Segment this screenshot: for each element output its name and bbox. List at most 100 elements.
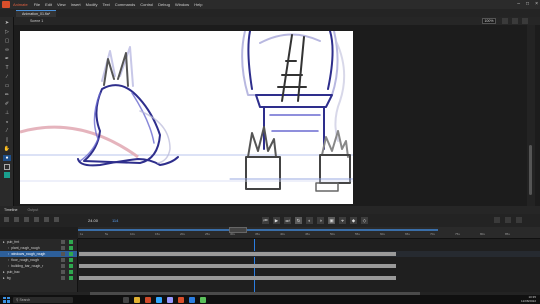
outline-icon[interactable]: [54, 217, 59, 222]
hand-tool-icon[interactable]: ✋: [3, 146, 11, 152]
onion-skin-icon[interactable]: ◐: [306, 217, 313, 224]
scene-selector[interactable]: Scene 1: [30, 19, 43, 23]
menu-modify[interactable]: Modify: [86, 2, 98, 7]
center-frame-icon[interactable]: ⌖: [339, 217, 346, 224]
line-tool-icon[interactable]: ∕: [3, 74, 11, 80]
play-icon[interactable]: ▶: [273, 217, 280, 224]
layer-folder-row[interactable]: ▸ bg: [0, 275, 77, 281]
frame-ruler[interactable]: 1s 5s 10s 15s 20s 25s 30s 35s 40s 45s 50s 55s 60s 65s…: [78, 227, 540, 239]
eraser-tool-icon[interactable]: ▯: [3, 137, 11, 143]
layer-color-swatch[interactable]: [69, 258, 73, 262]
layer-lock-icon[interactable]: [61, 240, 65, 244]
frame-span[interactable]: [79, 276, 396, 280]
free-transform-tool-icon[interactable]: ▢: [3, 38, 11, 44]
lock-icon[interactable]: [44, 217, 49, 222]
pen-tool-icon[interactable]: ✒: [3, 56, 11, 62]
pencil-tool-icon[interactable]: ✏: [3, 92, 11, 98]
zoom-field[interactable]: 100%: [482, 18, 496, 24]
paintbrush-tool-icon[interactable]: ✐: [3, 101, 11, 107]
zoom-out-frames-icon[interactable]: [494, 217, 500, 223]
layer-lock-icon[interactable]: [61, 276, 65, 280]
maximize-icon[interactable]: □: [526, 1, 529, 7]
task-view-icon[interactable]: [123, 296, 129, 303]
layer-color-swatch[interactable]: [69, 240, 73, 244]
stage-scroll-thumb[interactable]: [529, 145, 532, 195]
layer-lock-icon[interactable]: [61, 246, 65, 250]
windows-start-icon[interactable]: [3, 296, 10, 303]
chrome-icon[interactable]: [145, 296, 151, 303]
menu-debug[interactable]: Debug: [158, 2, 170, 7]
timeline-panel-tabs: Timeline Output: [0, 206, 540, 214]
animate-icon[interactable]: [178, 296, 184, 303]
new-layer-icon[interactable]: [4, 217, 9, 222]
menu-edit[interactable]: Edit: [45, 2, 52, 7]
edit-symbols-icon[interactable]: [502, 18, 508, 24]
layer-color-swatch[interactable]: [69, 246, 73, 250]
edge-icon[interactable]: [189, 296, 195, 303]
lasso-tool-icon[interactable]: ∞: [3, 47, 11, 53]
frame-span[interactable]: [79, 264, 396, 268]
ruler-tick-label: 75s: [455, 232, 460, 236]
menu-text[interactable]: Text: [102, 2, 109, 7]
document-tab[interactable]: Animation_01.fla*: [16, 9, 57, 17]
paint-bucket-tool-icon[interactable]: ◒: [3, 119, 11, 125]
show-hide-icon[interactable]: [34, 217, 39, 222]
insert-blank-keyframe-icon[interactable]: ◇: [361, 217, 368, 224]
frame-row[interactable]: [78, 275, 540, 281]
bone-tool-icon[interactable]: ⊥: [3, 110, 11, 116]
eyedropper-tool-icon[interactable]: ⁄: [3, 128, 11, 134]
stage-canvas[interactable]: [20, 31, 353, 204]
layer-color-swatch[interactable]: [69, 270, 73, 274]
menu-file[interactable]: File: [34, 2, 40, 7]
rectangle-tool-icon[interactable]: ▭: [3, 83, 11, 89]
menu-control[interactable]: Control: [140, 2, 153, 7]
subselection-tool-icon[interactable]: ▷: [3, 29, 11, 35]
first-frame-icon[interactable]: ⏮: [262, 217, 269, 224]
tab-output[interactable]: Output: [27, 208, 38, 212]
stroke-color-swatch[interactable]: [4, 164, 10, 170]
menu-insert[interactable]: Insert: [71, 2, 81, 7]
current-frame-readout[interactable]: 114: [112, 218, 118, 223]
fill-color-swatch[interactable]: [4, 172, 10, 178]
layer-lock-icon[interactable]: [61, 270, 65, 274]
tab-timeline[interactable]: Timeline: [4, 208, 17, 212]
stage-vertical-scrollbar[interactable]: [527, 25, 535, 206]
close-icon[interactable]: ×: [535, 1, 538, 7]
zoom-tool-icon[interactable]: ●: [3, 155, 11, 161]
layer-color-swatch[interactable]: [69, 252, 73, 256]
layer-color-swatch[interactable]: [69, 276, 73, 280]
new-folder-icon[interactable]: [14, 217, 19, 222]
text-tool-icon[interactable]: T: [3, 65, 11, 71]
stage-options-icon[interactable]: [512, 18, 518, 24]
zoom-in-frames-icon[interactable]: [505, 217, 511, 223]
layer-lock-icon[interactable]: [61, 264, 65, 268]
frames-grid[interactable]: [78, 239, 540, 292]
frame-span[interactable]: [79, 252, 396, 256]
menu-view[interactable]: View: [57, 2, 66, 7]
loop-icon[interactable]: ↻: [295, 217, 302, 224]
app-icon[interactable]: [200, 296, 206, 303]
last-frame-icon[interactable]: ⏭: [284, 217, 291, 224]
premiere-icon[interactable]: [167, 296, 173, 303]
playhead-handle[interactable]: [229, 227, 247, 233]
layer-lock-icon[interactable]: [61, 252, 65, 256]
menu-window[interactable]: Window: [175, 2, 189, 7]
layer-color-swatch[interactable]: [69, 264, 73, 268]
fps-readout[interactable]: 24.00: [88, 218, 98, 223]
layer-icon: ▫: [8, 246, 10, 250]
layer-name: plant_rough_rough: [11, 246, 40, 250]
delete-layer-icon[interactable]: [24, 217, 29, 222]
layer-lock-icon[interactable]: [61, 258, 65, 262]
menu-commands[interactable]: Commands: [115, 2, 135, 7]
edit-multiple-frames-icon[interactable]: ▣: [328, 217, 335, 224]
onion-outline-icon[interactable]: ◑: [317, 217, 324, 224]
minimize-icon[interactable]: –: [517, 1, 520, 7]
insert-keyframe-icon[interactable]: ◆: [350, 217, 357, 224]
file-explorer-icon[interactable]: [134, 296, 140, 303]
timeline-menu-icon[interactable]: [516, 217, 522, 223]
clip-icon[interactable]: [522, 18, 528, 24]
photoshop-icon[interactable]: [156, 296, 162, 303]
taskbar-search[interactable]: ⚲ Search: [13, 296, 73, 303]
selection-tool-icon[interactable]: ➤: [3, 20, 11, 26]
menu-help[interactable]: Help: [194, 2, 202, 7]
